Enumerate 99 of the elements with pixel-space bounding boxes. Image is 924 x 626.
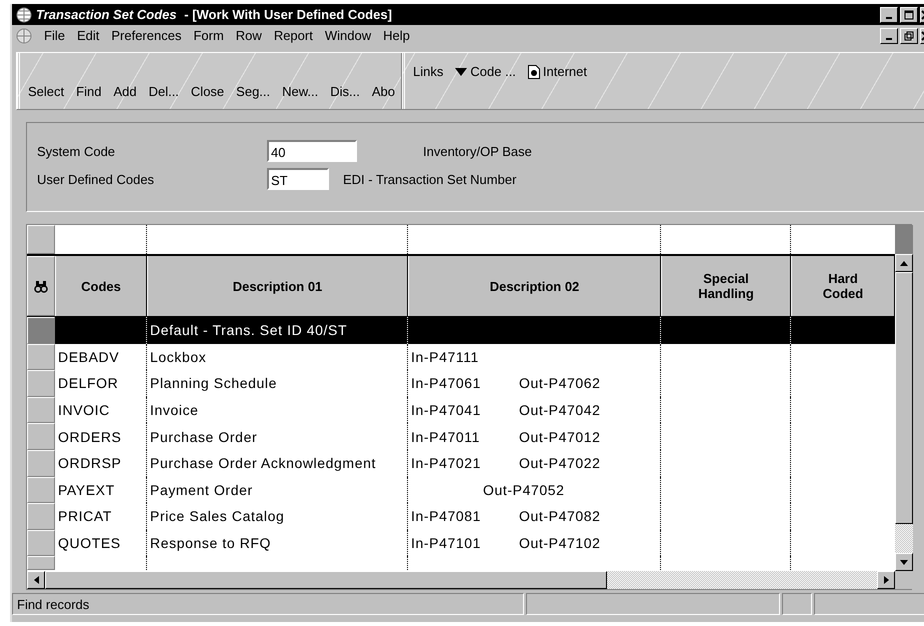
table-cell-text: In-P47041 — [411, 402, 482, 418]
vertical-scrollbar[interactable] — [895, 225, 913, 571]
scroll-down-button[interactable] — [895, 553, 913, 571]
window-title: Transaction Set Codes — [36, 7, 177, 22]
table-cell: Response to RFQ — [147, 530, 408, 556]
left-arrow-icon — [34, 576, 38, 584]
scroll-right-button[interactable] — [877, 571, 895, 589]
minimize-icon — [886, 16, 892, 18]
toolbar-button[interactable]: Find — [70, 84, 108, 99]
status-pane — [782, 593, 812, 615]
table-cell: Out-P47062 — [519, 375, 600, 392]
table-row[interactable]: ORDERS Purchase Order In-P47011 Out-P47012 — [27, 423, 895, 450]
globe-icon — [16, 6, 32, 22]
right-arrow-icon — [884, 576, 888, 584]
table-cell: ORDRSP — [55, 450, 147, 477]
table-cell-text: In-P47011 — [411, 428, 481, 445]
table-row[interactable]: PAYEXT Payment Order Out-P47052 — [27, 476, 895, 504]
binoculars-icon — [34, 279, 48, 293]
internet-button[interactable]: Internet — [522, 64, 594, 79]
table-cell: PRICAT — [55, 503, 147, 530]
input-field[interactable]: 40 — [267, 140, 357, 162]
table-row[interactable]: Default - Trans. Set ID 40/ST — [27, 317, 895, 344]
table-cell: Out-P47052 — [483, 482, 564, 498]
table-cell: Payment Order — [147, 476, 408, 504]
menu-item[interactable]: Window — [324, 28, 372, 43]
window-subtitle: - [Work With User Defined Codes] — [183, 7, 392, 22]
table-row[interactable]: DEBADV Lockbox In-P47111 — [27, 344, 895, 370]
maximize-button[interactable] — [900, 6, 918, 22]
minimize-button[interactable] — [880, 28, 898, 44]
table-cell: Out-P47082 — [519, 508, 600, 524]
input-field[interactable]: ST — [267, 168, 329, 190]
scroll-thumb[interactable] — [45, 571, 607, 589]
menu-item[interactable]: Report — [274, 28, 313, 43]
table-cell-text: In-P47111 — [411, 348, 480, 365]
table-row[interactable]: ORDRSP Purchase Order Acknowledgment In-P47021 Out-P47022 — [27, 450, 895, 477]
document-icon — [528, 64, 540, 78]
table-cell: Out-P47102 — [519, 535, 600, 552]
table-cell-text: In-P47021 — [411, 455, 482, 472]
column-header[interactable]: Codes — [55, 256, 147, 316]
table-cell-text: In-P47061 — [411, 375, 482, 392]
table-cell: Default - Trans. Set ID 40/ST — [147, 317, 408, 344]
table-cell: Invoice — [147, 396, 408, 424]
restore-icon — [904, 30, 914, 40]
column-header[interactable]: Special Handling — [661, 256, 791, 316]
field-label: System Code — [37, 144, 116, 158]
scroll-left-button[interactable] — [27, 571, 45, 589]
table-cell: Out-P47012 — [519, 428, 600, 445]
table-cell: Planning Schedule — [147, 370, 408, 397]
toolbar-button[interactable]: Add — [107, 84, 143, 99]
toolbar-button[interactable]: Select — [22, 84, 70, 99]
table-cell: Lockbox — [147, 344, 408, 370]
table-cell: Purchase Order Acknowledgment — [147, 450, 408, 477]
links-button[interactable]: Links — [407, 64, 450, 79]
menu-item[interactable]: Preferences — [111, 28, 182, 43]
table-cell: DEBADV — [55, 344, 147, 370]
column-header[interactable]: Description 01 — [147, 256, 408, 316]
row-header[interactable] — [27, 256, 55, 316]
table-cell: Purchase Order — [147, 423, 408, 450]
table-row[interactable]: PRICAT Price Sales Catalog In-P47081 Out-P47082 — [27, 503, 895, 530]
field-description: Inventory/OP Base — [423, 144, 532, 158]
table-cell: PAYEXT — [55, 476, 147, 504]
table-cell: QUOTES — [55, 530, 147, 556]
table-cell: DELFOR — [55, 370, 147, 397]
menu-item[interactable]: File — [44, 28, 65, 43]
minimize-button[interactable] — [880, 6, 898, 22]
toolbar-button[interactable]: Seg... — [230, 84, 276, 99]
restore-button[interactable] — [900, 28, 918, 44]
menu-item[interactable]: Row — [236, 28, 262, 43]
up-arrow-icon — [900, 260, 908, 266]
menu-item[interactable]: Edit — [76, 28, 100, 43]
globe-icon — [16, 28, 32, 44]
minimize-icon — [886, 38, 892, 40]
table-cell: Out-P47022 — [519, 455, 600, 472]
toolbar-button[interactable]: Close — [184, 84, 230, 99]
triangle-icon — [455, 68, 468, 76]
menu-item[interactable]: Form — [193, 28, 224, 43]
field-description: EDI - Transaction Set Number — [343, 172, 516, 186]
toolbar-button[interactable]: Del... — [142, 84, 185, 99]
table-cell: INVOIC — [55, 396, 147, 424]
table-cell-text: In-P47081 — [411, 508, 482, 524]
status-text: Find records — [12, 593, 524, 615]
table-row[interactable]: INVOIC Invoice In-P47041 Out-P47042 — [27, 396, 895, 424]
scroll-thumb[interactable] — [895, 272, 913, 524]
table-row[interactable]: QUOTES Response to RFQ In-P47101 Out-P47102 — [27, 530, 895, 556]
table-row[interactable]: DELFOR Planning Schedule In-P47061 Out-P47062 — [27, 370, 895, 397]
toolbar-button[interactable]: Dis... — [324, 84, 366, 99]
table-cell-text: In-P47101 — [411, 535, 482, 552]
toolbar-button[interactable]: New... — [276, 84, 324, 99]
table-cell: Price Sales Catalog — [147, 503, 408, 530]
code-button[interactable]: Code ... — [449, 64, 522, 79]
maximize-icon — [904, 10, 914, 20]
table-cell: ORDERS — [55, 423, 147, 450]
menu-item[interactable]: Help — [383, 28, 410, 43]
table-cell: Out-P47042 — [519, 402, 600, 418]
down-arrow-icon — [900, 560, 908, 564]
scroll-up-button[interactable] — [895, 254, 913, 272]
column-header[interactable]: Description 02 — [408, 256, 661, 316]
field-label: User Defined Codes — [37, 172, 156, 186]
toolbar-button[interactable]: Abo — [366, 84, 402, 99]
